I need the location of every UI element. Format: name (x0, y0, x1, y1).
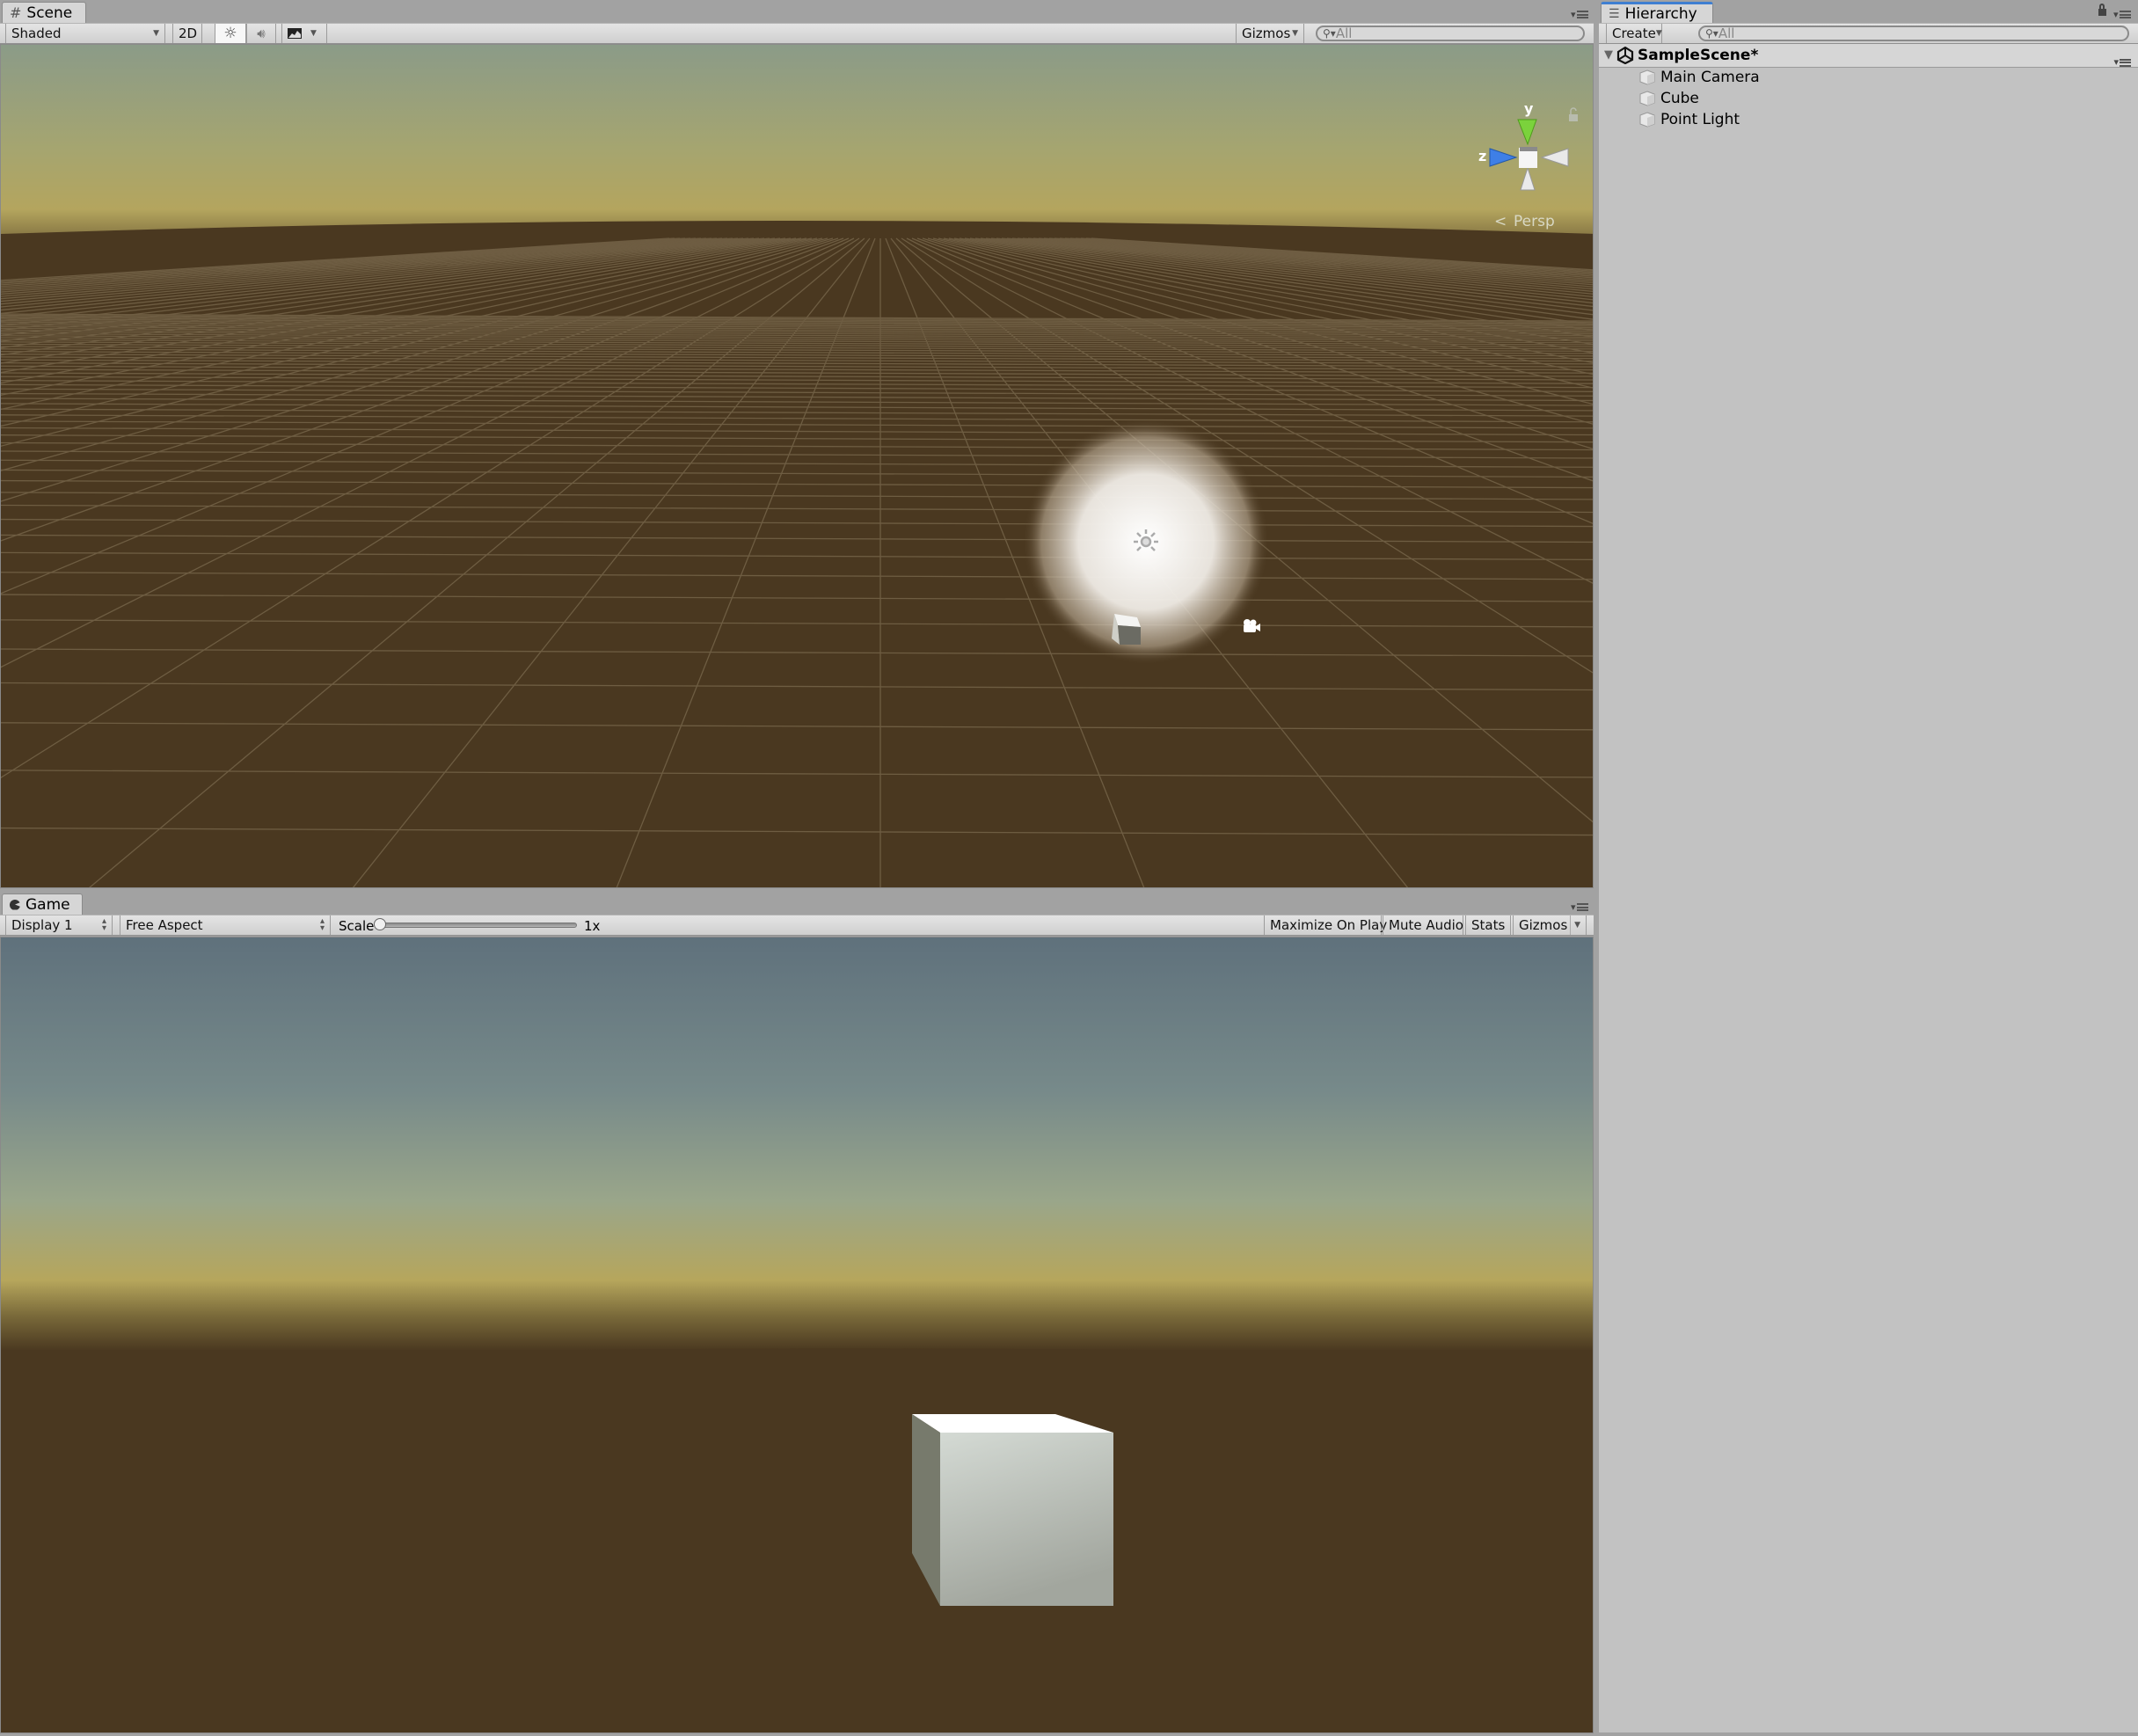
unity-logo-icon (1616, 47, 1634, 64)
hierarchy-toolbar: Create ▼ ⚲▾ All (1599, 23, 2138, 44)
maximize-on-play-toggle[interactable]: Maximize On Play (1264, 915, 1387, 935)
hierarchy-item-label: Point Light (1660, 111, 1740, 128)
game-sky (1, 937, 1593, 1377)
menu-icon (2119, 11, 2131, 18)
scale-label: Scale (339, 918, 375, 934)
toggle-2d-label: 2D (179, 26, 198, 41)
aspect-dropdown[interactable]: Free Aspect ▴ ▾ (120, 915, 331, 935)
gameobject-cube-icon (1639, 91, 1655, 106)
scale-slider[interactable] (374, 918, 577, 930)
create-label: Create (1612, 26, 1656, 41)
scene-search-placeholder: All (1335, 26, 1353, 41)
scene-header-row[interactable]: ▼ SampleScene* ▾ (1599, 44, 2138, 68)
lock-shackle (2099, 4, 2105, 10)
scene-cube[interactable] (1112, 614, 1141, 645)
scene-effects-toggle[interactable]: ▼ (281, 24, 327, 43)
scene-audio-toggle[interactable]: 🔊︎ (246, 24, 276, 43)
chevron-down-icon[interactable]: ▼ (1570, 915, 1580, 935)
scale-value: 1x (584, 918, 601, 934)
gameobject-cube-icon (1639, 69, 1655, 85)
dropdown-caret-icon: ▾ (1571, 9, 1576, 20)
mute-audio-label: Mute Audio (1389, 917, 1463, 933)
speaker-icon: 🔊︎ (257, 26, 266, 41)
shading-mode-value: Shaded (11, 26, 62, 41)
up-down-arrows-icon: ▴ ▾ (319, 916, 325, 933)
chevron-down-icon: ▼ (1655, 29, 1662, 38)
scene-panel-menu-button[interactable]: ▾ (1571, 9, 1588, 20)
scene-tab-label: Scene (26, 4, 73, 22)
tab-game[interactable]: Game (2, 894, 83, 915)
dropdown-caret-icon: ▾ (1571, 901, 1576, 913)
shading-mode-dropdown[interactable]: Shaded ▼ (5, 24, 165, 43)
persp-chevron-icon: < (1494, 213, 1507, 230)
scene-view[interactable]: y z Persp < (0, 44, 1594, 888)
scene-viewport[interactable]: y z Persp < (1, 45, 1594, 888)
game-panel-menu-button[interactable]: ▾ (1571, 901, 1588, 913)
game-ground (1, 1348, 1593, 1732)
hierarchy-search-placeholder: All (1718, 26, 1735, 41)
scene-tab-strip (0, 0, 1594, 23)
lock-icon[interactable] (2098, 9, 2106, 16)
dropdown-caret-icon: ▾ (2113, 9, 2119, 20)
game-pacman-icon (10, 899, 20, 910)
search-icon: ⚲▾ (1323, 27, 1336, 40)
up-down-arrows-icon: ▴ ▾ (101, 916, 106, 933)
mute-audio-toggle[interactable]: Mute Audio (1383, 915, 1463, 935)
chevron-down-icon: ▼ (1292, 29, 1298, 38)
display-dropdown[interactable]: Display 1 ▴ ▾ (5, 915, 113, 935)
game-cube (912, 1414, 1113, 1606)
hierarchy-item-label: Cube (1660, 90, 1699, 107)
hierarchy-item[interactable]: Point Light (1599, 109, 2138, 130)
hierarchy-search-input[interactable]: ⚲▾ All (1698, 26, 2129, 41)
chevron-down-icon: ▼ (153, 29, 159, 38)
hierarchy-panel-menu-button[interactable]: ▾ (2113, 9, 2131, 20)
gizmos-label: Gizmos (1242, 26, 1291, 41)
tab-hierarchy[interactable]: ☰ Hierarchy (1601, 2, 1713, 23)
expand-triangle-icon[interactable]: ▼ (1604, 45, 1613, 66)
scene-name: SampleScene* (1638, 47, 1759, 64)
scale-slider-thumb[interactable] (374, 918, 386, 930)
game-gizmos-label: Gizmos (1519, 917, 1568, 933)
hierarchy-list-icon: ☰ (1609, 6, 1620, 21)
create-dropdown[interactable]: Create ▼ (1606, 24, 1662, 43)
hierarchy-item[interactable]: Main Camera (1599, 67, 2138, 88)
chevron-down-icon: ▼ (310, 29, 317, 38)
game-view[interactable] (0, 937, 1594, 1733)
gameobject-cube-icon (1639, 112, 1655, 128)
game-viewport[interactable] (1, 937, 1594, 1733)
projection-label[interactable]: Persp (1514, 213, 1555, 230)
menu-icon (1576, 11, 1588, 18)
image-effects-icon (288, 28, 302, 39)
display-value: Display 1 (11, 917, 73, 933)
game-toolbar: Display 1 ▴ ▾ Free Aspect ▴ ▾ Scale 1x Max… (0, 915, 1594, 936)
stats-label: Stats (1471, 917, 1506, 933)
hierarchy-item[interactable]: Cube (1599, 88, 2138, 109)
scene-grid-icon: # (10, 4, 22, 21)
game-tab-label: Game (26, 895, 70, 914)
maximize-on-play-label: Maximize On Play (1270, 917, 1388, 933)
search-icon: ⚲▾ (1705, 27, 1718, 40)
hierarchy-list: ▼ SampleScene* ▾ Main Camera Cube Point … (1599, 44, 2138, 1732)
toggle-2d-button[interactable]: 2D (172, 24, 202, 43)
menu-icon (1576, 903, 1588, 911)
sun-icon: ☼ (223, 25, 237, 42)
stats-toggle[interactable]: Stats (1465, 915, 1511, 935)
menu-icon (2120, 58, 2131, 67)
gizmos-dropdown[interactable]: Gizmos ▼ (1236, 24, 1304, 43)
game-tab-strip (0, 888, 1594, 915)
z-axis-label: z (1478, 148, 1486, 164)
scene-search-input[interactable]: ⚲▾ All (1316, 26, 1585, 41)
y-axis-label: y (1524, 100, 1534, 117)
hierarchy-tab-label: Hierarchy (1624, 4, 1697, 23)
tab-scene[interactable]: # Scene (2, 2, 86, 23)
scene-lighting-toggle[interactable]: ☼ (215, 24, 246, 43)
scene-toolbar: Shaded ▼ 2D ☼ 🔊︎ ▼ Gizmos ▼ ⚲▾ All (0, 23, 1594, 44)
game-gizmos-toggle[interactable]: Gizmos ▼ (1513, 915, 1587, 935)
aspect-value: Free Aspect (126, 917, 203, 933)
hierarchy-item-label: Main Camera (1660, 69, 1760, 86)
